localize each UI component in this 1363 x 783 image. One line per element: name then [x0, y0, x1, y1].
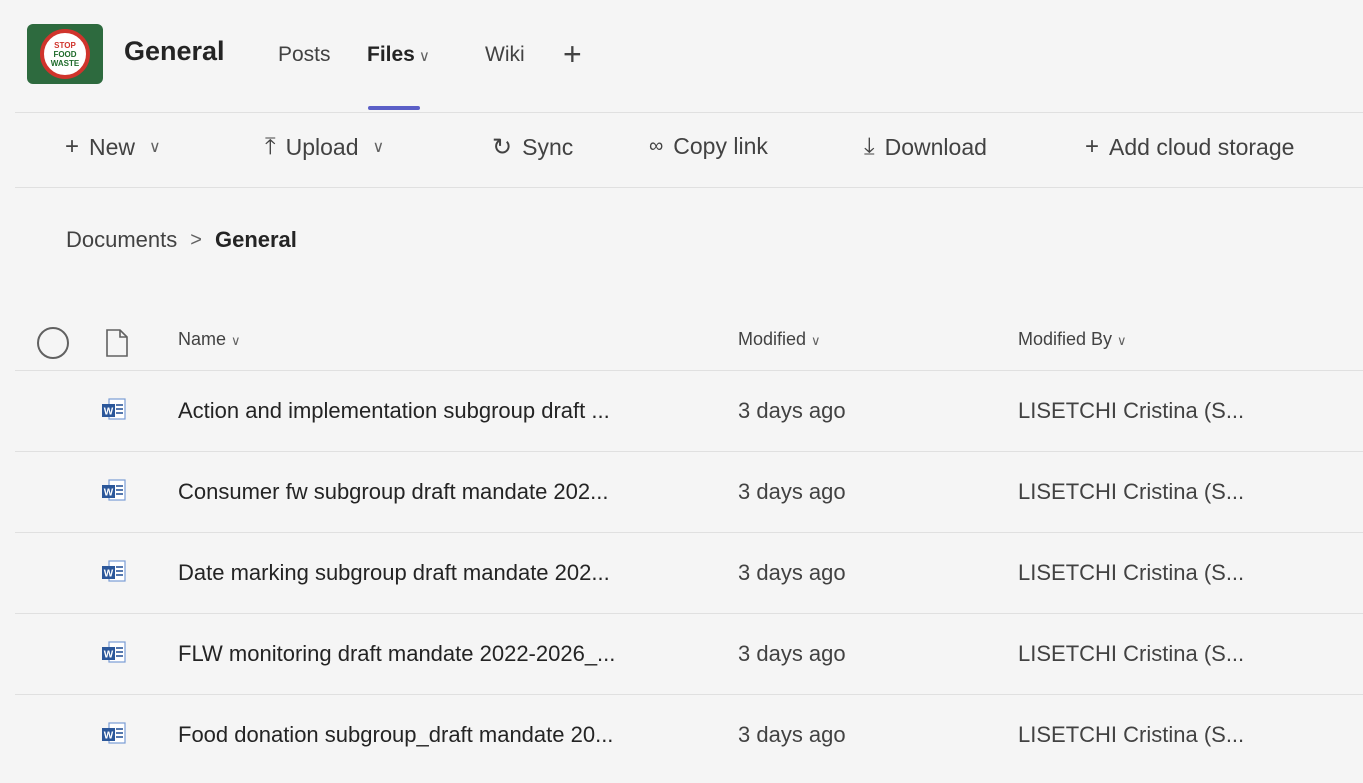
file-name[interactable]: Food donation subgroup_draft mandate 20.… — [178, 722, 613, 748]
column-header-modified-by[interactable]: Modified By ∨ — [1018, 329, 1127, 350]
column-header-name-label: Name — [178, 329, 227, 349]
upload-label: Upload — [285, 133, 359, 160]
files-toolbar: + New ∨ ⤒ Upload ∨ ↻ Sync ∞ Copy link ⤓ … — [15, 113, 1363, 187]
tab-files[interactable]: Files ∨ — [367, 43, 430, 67]
plus-icon: + — [563, 36, 582, 72]
breadcrumb-current: General — [214, 227, 297, 252]
svg-text:W: W — [104, 650, 114, 661]
link-icon: ∞ — [649, 135, 664, 157]
logo-line-stop: STOP — [54, 40, 76, 50]
file-modified: 3 days ago — [738, 641, 846, 666]
add-tab-button[interactable]: + — [563, 36, 582, 73]
table-row[interactable]: W Consumer fw subgroup draft mandate 202… — [15, 451, 1363, 532]
add-cloud-storage-label: Add cloud storage — [1109, 133, 1295, 160]
file-modified: 3 days ago — [738, 560, 846, 585]
table-row[interactable]: W Action and implementation subgroup dra… — [15, 370, 1363, 451]
file-modified-by: LISETCHI Cristina (S... — [1018, 398, 1245, 423]
tab-posts[interactable]: Posts — [278, 43, 331, 67]
sync-button[interactable]: ↻ Sync — [492, 133, 573, 162]
word-document-icon: W — [102, 560, 126, 582]
table-row[interactable]: W FLW monitoring draft mandate 2022-2026… — [15, 613, 1363, 694]
add-cloud-storage-button[interactable]: + Add cloud storage — [1085, 133, 1294, 161]
breadcrumb-documents[interactable]: Documents — [66, 227, 177, 253]
team-logo: STOP FOOD WASTE — [27, 24, 103, 84]
file-modified: 3 days ago — [738, 479, 846, 504]
svg-text:W: W — [104, 407, 114, 418]
upload-button[interactable]: ⤒ Upload ∨ — [265, 133, 384, 161]
chevron-down-icon: ∨ — [372, 139, 385, 156]
file-modified: 3 days ago — [738, 398, 846, 423]
column-header-name[interactable]: Name ∨ — [178, 329, 241, 350]
new-label: New — [89, 133, 136, 160]
logo-line-waste: WASTE — [50, 58, 80, 68]
tab-wiki[interactable]: Wiki — [485, 43, 525, 67]
word-document-icon: W — [102, 479, 126, 501]
column-header-modified-label: Modified — [738, 329, 807, 349]
channel-title: General — [124, 36, 225, 66]
file-modified-by: LISETCHI Cristina (S... — [1018, 641, 1245, 666]
copy-link-button[interactable]: ∞ Copy link — [649, 133, 768, 160]
file-modified-by: LISETCHI Cristina (S... — [1018, 479, 1245, 504]
file-modified: 3 days ago — [738, 722, 846, 747]
file-name[interactable]: Date marking subgroup draft mandate 202.… — [178, 560, 610, 586]
active-tab-indicator — [368, 106, 420, 110]
logo-line-food: FOOD — [53, 49, 77, 59]
copy-link-label: Copy link — [673, 133, 768, 159]
tab-files-label: Files — [367, 43, 415, 66]
plus-icon: + — [1085, 133, 1100, 160]
stop-food-waste-logo-icon: STOP FOOD WASTE — [40, 29, 90, 79]
svg-text:W: W — [104, 488, 114, 499]
chevron-down-icon: ∨ — [1117, 333, 1127, 348]
file-name[interactable]: Consumer fw subgroup draft mandate 202..… — [178, 479, 608, 505]
download-button[interactable]: ⤓ Download — [864, 133, 987, 161]
sync-icon: ↻ — [492, 134, 513, 161]
column-header-modified[interactable]: Modified ∨ — [738, 329, 821, 350]
word-document-icon: W — [102, 722, 126, 744]
file-modified-by: LISETCHI Cristina (S... — [1018, 722, 1245, 747]
table-row[interactable]: W Food donation subgroup_draft mandate 2… — [15, 694, 1363, 775]
select-all-checkbox[interactable] — [37, 327, 69, 359]
chevron-down-icon: ∨ — [231, 333, 241, 348]
chevron-down-icon: ∨ — [149, 139, 161, 156]
chevron-down-icon: ∨ — [811, 333, 821, 348]
column-header-modified-by-label: Modified By — [1018, 329, 1113, 349]
svg-text:W: W — [104, 731, 114, 742]
chevron-right-icon: > — [190, 228, 202, 251]
word-document-icon: W — [102, 398, 126, 420]
file-modified-by: LISETCHI Cristina (S... — [1018, 560, 1245, 585]
new-button[interactable]: + New ∨ — [65, 133, 161, 161]
breadcrumb: Documents > General — [66, 227, 297, 253]
file-type-icon[interactable] — [105, 329, 129, 357]
file-name[interactable]: FLW monitoring draft mandate 2022-2026_.… — [178, 641, 615, 667]
word-document-icon: W — [102, 641, 126, 663]
table-row[interactable]: W Date marking subgroup draft mandate 20… — [15, 532, 1363, 613]
sync-label: Sync — [522, 134, 574, 160]
chevron-down-icon: ∨ — [418, 48, 430, 65]
download-icon: ⤓ — [864, 133, 875, 160]
svg-text:W: W — [104, 569, 114, 580]
toolbar-divider — [15, 187, 1363, 188]
plus-icon: + — [65, 133, 80, 160]
download-label: Download — [884, 133, 987, 160]
upload-icon: ⤒ — [265, 133, 276, 160]
file-list-header: Name ∨ Modified ∨ Modified By ∨ — [15, 315, 1363, 371]
file-name[interactable]: Action and implementation subgroup draft… — [178, 398, 610, 424]
